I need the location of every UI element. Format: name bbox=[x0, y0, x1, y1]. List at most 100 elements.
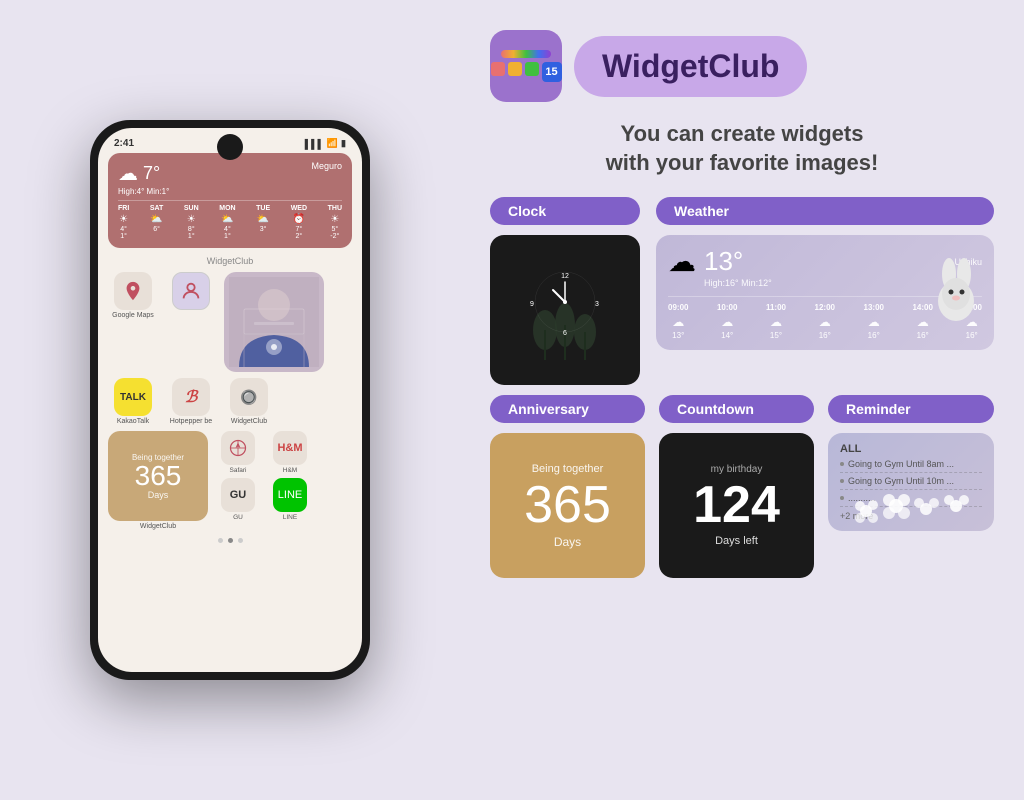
dot-3 bbox=[238, 538, 243, 543]
contact-icon-img bbox=[172, 272, 210, 310]
forecast-wed: WED ⏰ 7°2° bbox=[291, 205, 307, 240]
hm-app: H&M H&M bbox=[268, 431, 312, 474]
tagline: You can create widgets with your favorit… bbox=[490, 120, 994, 177]
dot-2-active bbox=[228, 538, 233, 543]
svg-text:12: 12 bbox=[561, 273, 569, 280]
gu-label: GU bbox=[233, 514, 243, 521]
phone-forecast: FRI ☀ 4°1° SAT ⛅ 6° SUN ☀ 8°1° bbox=[118, 200, 342, 240]
rem-text-1: Going to Gym Until 8am ... bbox=[848, 459, 954, 469]
app-name-container: WidgetClub bbox=[574, 36, 807, 97]
anniversary-widget-large: Being together 365 Days bbox=[490, 433, 645, 578]
wlf-09: 09:00 ☁ 13° bbox=[668, 303, 688, 340]
cd-label: Days left bbox=[715, 535, 758, 547]
hm-icon-img: H&M bbox=[273, 431, 307, 465]
anniversary-badge: Anniversary bbox=[490, 395, 645, 423]
clock-widget: 12 3 6 9 bbox=[490, 235, 640, 385]
widgetclub-icon-img: 🔘 bbox=[230, 378, 268, 416]
reminder-column: Reminder ALL Going to Gym Until 8am ... … bbox=[828, 395, 994, 531]
cd-num: 124 bbox=[693, 479, 780, 531]
flower-decoration bbox=[828, 471, 994, 531]
small-icons-col: Safari GU GU bbox=[216, 431, 260, 530]
countdown-widget: my birthday 124 Days left bbox=[659, 433, 814, 578]
ann-days: Days bbox=[148, 490, 169, 500]
wlf-10: 10:00 ☁ 14° bbox=[717, 303, 737, 340]
phone-temp: 7° bbox=[143, 163, 160, 184]
phone-notch bbox=[217, 134, 243, 160]
svg-text:3: 3 bbox=[595, 301, 599, 308]
line-icon-img: LINE bbox=[273, 478, 307, 512]
maps-label: Google Maps bbox=[112, 312, 154, 319]
cloud-icon: ☁ bbox=[118, 161, 138, 186]
wifi-icon: 📶 bbox=[327, 138, 338, 149]
phone-anniversary-widget: Being together 365 Days bbox=[108, 431, 208, 521]
signal-icon: ▌▌▌ bbox=[305, 139, 324, 149]
contact-icon-app bbox=[166, 272, 216, 372]
forecast-fri: FRI ☀ 4°1° bbox=[118, 205, 129, 240]
line-app: LINE LINE bbox=[268, 478, 312, 521]
reminder-badge: Reminder bbox=[828, 395, 994, 423]
weather-column: Weather ☁ 13° Ushiku High:16° Min:12° bbox=[656, 197, 994, 350]
left-panel: 2:41 ▌▌▌ 📶 ▮ ☁ 7° Meguro High:4° Min:1° bbox=[0, 0, 460, 800]
forecast-tue: TUE ⛅ 3° bbox=[256, 205, 270, 240]
ann-large-num: 365 bbox=[524, 479, 611, 531]
clock-column: Clock 12 3 bbox=[490, 197, 640, 385]
tagline-line2: with your favorite images! bbox=[606, 150, 879, 175]
weather-large-temp: 13° bbox=[704, 246, 743, 277]
page-dots bbox=[98, 538, 362, 543]
icon-dot-green bbox=[525, 62, 539, 76]
hotpepper-icon-img: ℬ bbox=[172, 378, 210, 416]
line-label: LINE bbox=[283, 514, 297, 521]
photo-widget bbox=[224, 272, 324, 372]
app-icon-stripe bbox=[501, 50, 551, 58]
kakao-app: TALK KakaoTalk bbox=[108, 378, 158, 425]
weather-badge: Weather bbox=[656, 197, 994, 225]
google-maps-icon-app: Google Maps bbox=[108, 272, 158, 372]
cd-title: my birthday bbox=[711, 464, 763, 475]
phone-app-row-1: Google Maps bbox=[98, 272, 362, 372]
svg-text:6: 6 bbox=[563, 330, 567, 337]
ann-number: 365 bbox=[135, 462, 182, 490]
phone-bottom-row: Being together 365 Days WidgetClub Safar… bbox=[98, 431, 362, 530]
phone-screen: 2:41 ▌▌▌ 📶 ▮ ☁ 7° Meguro High:4° Min:1° bbox=[98, 128, 362, 672]
dot-1 bbox=[218, 538, 223, 543]
icon-dot-red bbox=[491, 62, 505, 76]
forecast-sun: SUN ☀ 8°1° bbox=[184, 205, 199, 240]
countdown-badge: Countdown bbox=[659, 395, 814, 423]
safari-label: Safari bbox=[230, 467, 247, 474]
icon-dot-orange bbox=[508, 62, 522, 76]
weather-cloud-icon: ☁ bbox=[668, 245, 696, 278]
app-icon-dots: 15 bbox=[491, 62, 562, 82]
maps-icon-img bbox=[114, 272, 152, 310]
countdown-column: Countdown my birthday 124 Days left bbox=[659, 395, 814, 578]
battery-icon: ▮ bbox=[341, 138, 346, 149]
widgetclub-phone-app: 🔘 WidgetClub bbox=[224, 378, 274, 425]
widgetclub-phone-label: WidgetClub bbox=[231, 418, 267, 425]
status-time: 2:41 bbox=[114, 138, 134, 149]
clock-badge: Clock bbox=[490, 197, 640, 225]
tagline-line1: You can create widgets bbox=[621, 121, 864, 146]
ann-widget-label: WidgetClub bbox=[140, 523, 176, 530]
hotpepper-app: ℬ Hotpepper be bbox=[166, 378, 216, 425]
gu-app: GU GU bbox=[216, 478, 260, 521]
small-icons-col-2: H&M H&M LINE LINE bbox=[268, 431, 312, 530]
reminder-all-label: ALL bbox=[840, 443, 982, 455]
safari-app: Safari bbox=[216, 431, 260, 474]
phone-mockup: 2:41 ▌▌▌ 📶 ▮ ☁ 7° Meguro High:4° Min:1° bbox=[90, 120, 370, 680]
phone-location: Meguro bbox=[311, 161, 342, 171]
hm-label: H&M bbox=[283, 467, 297, 474]
hotpepper-label: Hotpepper be bbox=[170, 418, 212, 425]
anniversary-column: Anniversary Being together 365 Days bbox=[490, 395, 645, 578]
phone-high-low: High:4° Min:1° bbox=[118, 187, 342, 196]
svg-text:9: 9 bbox=[530, 301, 534, 308]
wlf-12: 12:00 ☁ 16° bbox=[815, 303, 835, 340]
forecast-thu: THU ☀ 5°-2° bbox=[328, 205, 342, 240]
reminder-widget: ALL Going to Gym Until 8am ... Going to … bbox=[828, 433, 994, 531]
wlf-11: 11:00 ☁ 15° bbox=[766, 303, 786, 340]
wlf-13: 13:00 ☁ 16° bbox=[864, 303, 884, 340]
bunny-decoration bbox=[926, 243, 986, 323]
gu-icon-img: GU bbox=[221, 478, 255, 512]
forecast-sat: SAT ⛅ 6° bbox=[150, 205, 163, 240]
status-icons: ▌▌▌ 📶 ▮ bbox=[305, 138, 346, 149]
right-panel: 15 WidgetClub You can create widgets wit… bbox=[460, 0, 1024, 800]
safari-icon-img bbox=[221, 431, 255, 465]
